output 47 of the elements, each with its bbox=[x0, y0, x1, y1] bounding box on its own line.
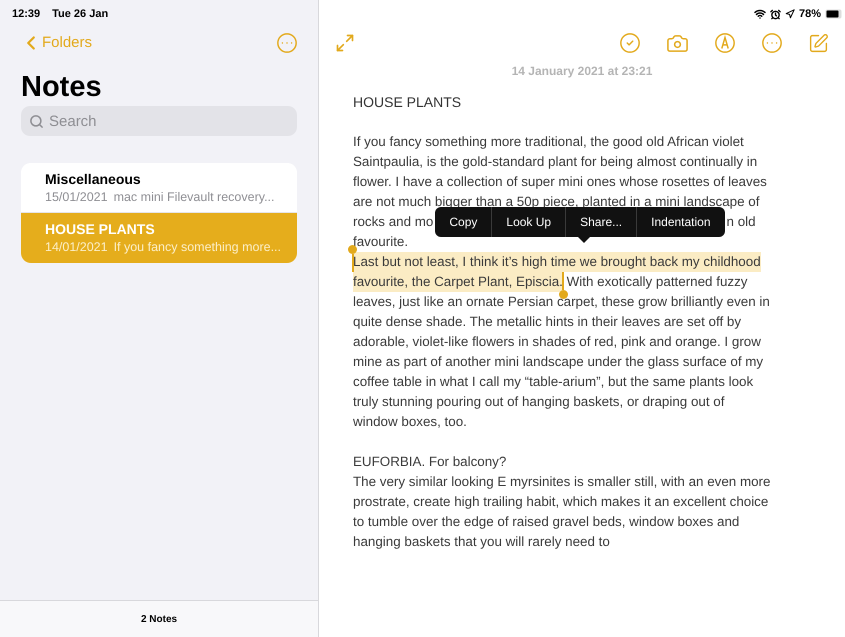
menu-item[interactable]: Indentation bbox=[636, 207, 725, 237]
note-text: Saintpaulia, is the gold-standard plant for being almost continually in bbox=[353, 153, 758, 171]
note-date: 15/01/2021 bbox=[45, 188, 108, 206]
compose-icon[interactable] bbox=[808, 32, 829, 54]
expand-icon[interactable] bbox=[335, 33, 355, 53]
markup-icon[interactable] bbox=[714, 32, 736, 54]
note-text: prostrate, create high trailing habit, which makes it an excellent choice bbox=[353, 493, 768, 511]
note-text: n old bbox=[726, 213, 756, 231]
menu-item[interactable]: Copy bbox=[435, 207, 492, 237]
more-icon[interactable] bbox=[761, 32, 783, 54]
note-text: window boxes, too. bbox=[353, 413, 467, 431]
list-title: Notes bbox=[20, 70, 103, 105]
search-field[interactable]: Search bbox=[21, 106, 297, 136]
battery-icon bbox=[825, 9, 843, 19]
alarm-icon bbox=[770, 8, 781, 20]
note-count: 2 Notes bbox=[140, 612, 178, 626]
note-title: HOUSE PLANTS bbox=[45, 220, 156, 239]
note-title: Miscellaneous bbox=[45, 170, 142, 188]
note-text: flower. I have a collection of super mini ones whose rosettes of leaves bbox=[353, 173, 767, 191]
note-text: The very similar looking E myrsinites is smaller still, with an even more bbox=[353, 473, 770, 491]
note-preview: If you fancy something more... bbox=[114, 239, 282, 256]
checklist-icon[interactable] bbox=[619, 32, 641, 54]
note-text: mine as part of another mini landscape under the glass surface of my bbox=[353, 353, 764, 371]
more-icon[interactable] bbox=[276, 32, 298, 54]
location-icon bbox=[784, 9, 795, 19]
note-text: With exotically patterned fuzzy bbox=[566, 273, 748, 291]
note-text: EUFORBIA. For balcony? bbox=[353, 453, 506, 471]
battery-percent: 78% bbox=[798, 6, 821, 22]
search-icon bbox=[29, 114, 44, 128]
note-text: to tumble over the edge of raised gravel beds, window boxes and bbox=[353, 513, 740, 531]
menu-item[interactable]: Look Up bbox=[491, 207, 566, 237]
note-text: leaves, just like an ornate Persian carpet, these grow brilliantly even in bbox=[353, 293, 770, 311]
note-text: quite dense shade. The metallic hints in their leaves are set off by bbox=[353, 313, 742, 331]
note-preview: mac mini Filevault recovery... bbox=[114, 188, 274, 206]
status-time: 12:39 bbox=[12, 6, 40, 22]
note-date-header: 14 January 2021 at 23:21 bbox=[510, 63, 654, 80]
note-text: If you fancy something more traditional, the good old African violet bbox=[353, 133, 744, 151]
note-date: 14/01/2021 bbox=[45, 239, 108, 256]
status-date: Tue 26 Jan bbox=[52, 6, 108, 22]
note-text: adorable, violet-like flowers in shades of red, pink and orange. I grow bbox=[353, 333, 761, 351]
note-text: coffee table in what I call my “table-arium”, but the same plants look bbox=[353, 373, 754, 391]
wifi-icon bbox=[754, 8, 766, 20]
note-text: truly stunning pouring out of hanging baskets, or draping out of bbox=[353, 393, 724, 411]
note-text: favourite. bbox=[353, 233, 408, 251]
note-text: hanging baskets that you will rarely need to bbox=[353, 533, 610, 551]
note-heading: HOUSE PLANTS bbox=[353, 93, 462, 112]
note-text: rocks and mo bbox=[353, 213, 434, 231]
